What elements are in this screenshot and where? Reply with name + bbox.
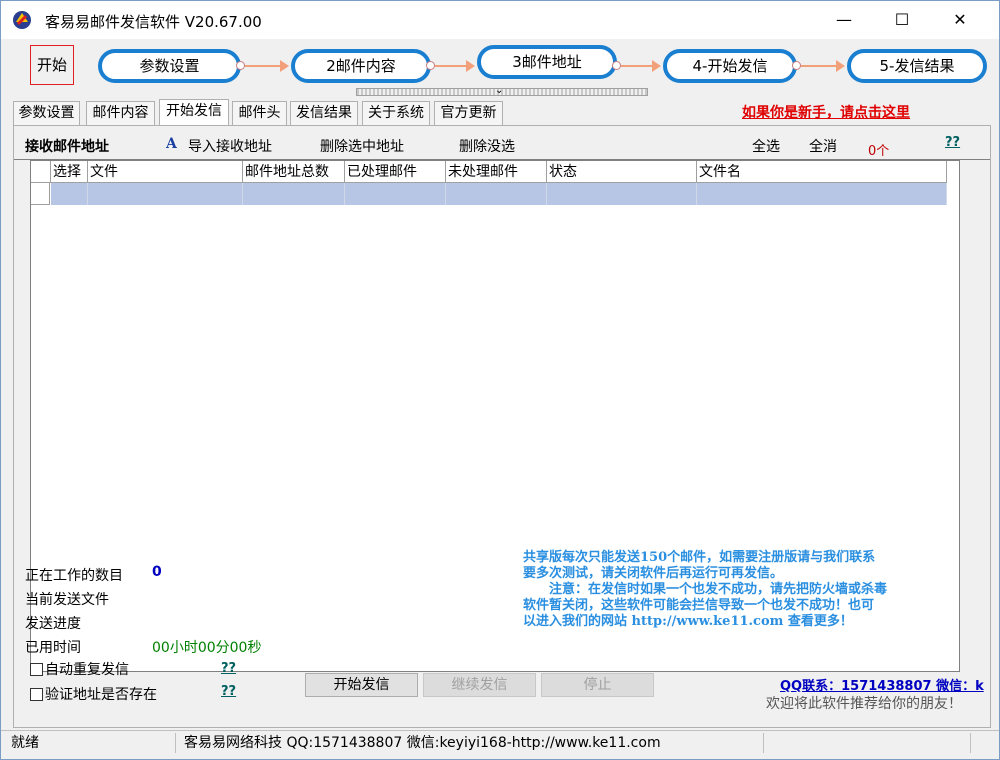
address-toolbar: 接收邮件地址 A 导入接收地址 删除选中地址 删除没选 全选 全消 0个 ?? xyxy=(14,126,990,160)
workflow-step-address[interactable]: 3邮件地址 xyxy=(477,45,617,79)
notice-line: 要多次测试，请关闭软件后再运行可再发信。 xyxy=(523,566,784,581)
app-icon xyxy=(13,11,31,29)
workflow-step-settings[interactable]: 参数设置 xyxy=(98,49,241,83)
tab-updates[interactable]: 官方更新 xyxy=(434,101,503,125)
status-state: 就绪 xyxy=(11,733,176,753)
connector-dot xyxy=(612,61,621,70)
tab-params[interactable]: 参数设置 xyxy=(13,101,80,125)
qq-contact-link[interactable]: QQ联系：1571438807 微信：k xyxy=(780,675,986,694)
section-title: 接收邮件地址 xyxy=(25,139,109,155)
tab-send[interactable]: 开始发信 xyxy=(159,99,229,126)
cell-total[interactable] xyxy=(243,183,345,205)
status-company: 客易易网络科技 QQ:1571438807 微信:keyiyi168-http:… xyxy=(184,733,764,753)
col-processed[interactable]: 已处理邮件 xyxy=(345,161,446,183)
working-count-label: 正在工作的数目 xyxy=(25,568,123,584)
auto-repeat-label: 自动重复发信 xyxy=(45,662,129,678)
import-icon: A xyxy=(166,136,177,152)
cell-unprocessed[interactable] xyxy=(446,183,547,205)
tab-about[interactable]: 关于系统 xyxy=(362,101,430,125)
checkbox-box[interactable] xyxy=(30,663,43,676)
maximize-button[interactable]: ☐ xyxy=(879,1,925,39)
col-filename[interactable]: 文件名 xyxy=(697,161,947,183)
window-title: 客易易邮件发信软件 V20.67.00 xyxy=(45,13,262,31)
delete-selected-button[interactable]: 删除选中地址 xyxy=(320,136,404,156)
elapsed-label: 已用时间 xyxy=(25,640,81,656)
import-address-button[interactable]: 导入接收地址 xyxy=(188,136,272,156)
connector-dot xyxy=(236,61,245,70)
tab-header[interactable]: 邮件头 xyxy=(232,101,287,125)
newbie-help-link[interactable]: 如果你是新手，请点击这里 xyxy=(742,102,910,122)
toolbar-help-link[interactable]: ?? xyxy=(945,135,960,150)
cell-file[interactable] xyxy=(88,183,243,205)
delete-unselected-button[interactable]: 删除没选 xyxy=(459,136,515,156)
verify-address-checkbox[interactable]: 验证地址是否存在 xyxy=(30,684,157,704)
table-row[interactable] xyxy=(31,183,947,205)
current-file-label: 当前发送文件 xyxy=(25,592,109,608)
col-file[interactable]: 文件 xyxy=(88,161,243,183)
col-total[interactable]: 邮件地址总数 xyxy=(243,161,345,183)
workflow-arrow xyxy=(621,60,661,72)
grid-header: 选择 文件 邮件地址总数 已处理邮件 未处理邮件 状态 文件名 xyxy=(31,161,959,183)
workflow-start-button[interactable]: 开始 xyxy=(30,45,74,85)
deselect-all-button[interactable]: 全消 xyxy=(809,136,837,156)
col-unprocessed[interactable]: 未处理邮件 xyxy=(446,161,547,183)
cell-filename[interactable] xyxy=(697,183,947,205)
address-count: 0个 xyxy=(868,144,890,159)
workflow-step-result[interactable]: 5-发信结果 xyxy=(847,49,987,83)
checkbox-box[interactable] xyxy=(30,688,43,701)
progress-label: 发送进度 xyxy=(25,616,81,632)
workflow-arrow xyxy=(801,60,845,72)
tab-results[interactable]: 发信结果 xyxy=(290,101,358,125)
elapsed-value: 00小时00分00秒 xyxy=(152,640,262,656)
select-all-button[interactable]: 全选 xyxy=(752,136,780,156)
notice-line: 注意：在发信时如果一个也发不成功，请先把防火墙或杀毒 xyxy=(549,582,888,597)
grid-corner xyxy=(31,161,51,183)
auto-repeat-checkbox[interactable]: 自动重复发信 xyxy=(30,659,129,679)
minimize-button[interactable]: — xyxy=(821,1,867,39)
notice-line: 以进入我们的网站 http://www.ke11.com 查看更多！ xyxy=(523,614,853,629)
recommend-text: 欢迎将此软件推荐给你的朋友！ xyxy=(766,696,962,712)
connector-dot xyxy=(426,61,435,70)
workflow-arrow xyxy=(245,60,289,72)
connector-dot xyxy=(792,61,801,70)
cell-processed[interactable] xyxy=(345,183,446,205)
close-button[interactable]: ✕ xyxy=(937,1,983,39)
chevron-down-icon[interactable]: ⌄ xyxy=(495,85,503,96)
verify-address-label: 验证地址是否存在 xyxy=(45,687,157,703)
workflow-arrow xyxy=(435,60,475,72)
stop-button[interactable]: 停止 xyxy=(541,673,654,697)
notice-line: 软件暂关闭，这些软件可能会拦信导致一个也发不成功！也可 xyxy=(523,598,875,613)
shareware-notice: 共享版每次只能发送150个邮件，如需要注册版请与我们联系 要多次测试，请关闭软件… xyxy=(523,550,973,630)
auto-repeat-help[interactable]: ?? xyxy=(221,661,236,676)
tab-content[interactable]: 邮件内容 xyxy=(86,101,155,125)
start-send-button[interactable]: 开始发信 xyxy=(305,673,418,697)
continue-send-button[interactable]: 继续发信 xyxy=(423,673,536,697)
cell-select[interactable] xyxy=(51,183,88,205)
workflow-step-send[interactable]: 4-开始发信 xyxy=(663,49,797,83)
col-status[interactable]: 状态 xyxy=(547,161,697,183)
status-bar: 就绪 客易易网络科技 QQ:1571438807 微信:keyiyi168-ht… xyxy=(1,730,999,754)
working-count-value: 0 xyxy=(152,564,162,580)
title-bar: 客易易邮件发信软件 V20.67.00 — ☐ ✕ xyxy=(1,1,999,39)
verify-address-help[interactable]: ?? xyxy=(221,684,236,699)
cell-status[interactable] xyxy=(547,183,697,205)
status-empty xyxy=(771,733,971,753)
notice-line: 共享版每次只能发送150个邮件，如需要注册版请与我们联系 xyxy=(523,550,876,565)
workflow-step-content[interactable]: 2邮件内容 xyxy=(291,49,431,83)
app-window: 客易易邮件发信软件 V20.67.00 — ☐ ✕ 开始 参数设置 2邮件内容 … xyxy=(0,0,1000,760)
col-select[interactable]: 选择 xyxy=(51,161,88,183)
